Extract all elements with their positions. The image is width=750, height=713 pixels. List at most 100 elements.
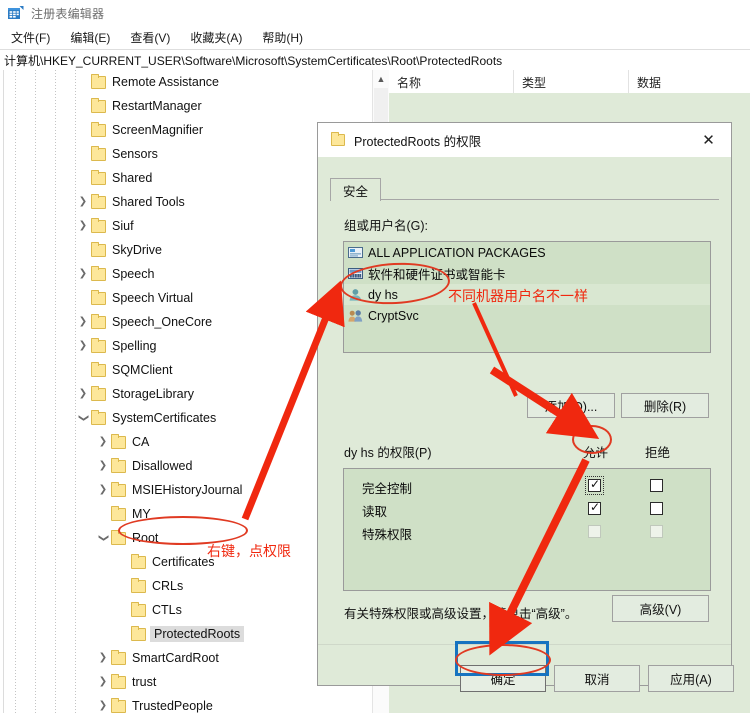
chevron-right-icon[interactable]: ❯ [75,262,91,286]
tree-item-label: CRLs [152,579,184,593]
window-title: 注册表编辑器 [31,6,105,21]
permissions-listbox[interactable]: 完全控制 ✓ 读取 ✓ 特殊权限 [343,468,711,591]
menu-favorites[interactable]: 收藏夹(A) [181,27,251,48]
tree-item-label: Speech Virtual [112,291,194,305]
advanced-button[interactable]: 高级(V) [612,595,709,622]
folder-icon [91,265,106,281]
highlight-ellipse-protectedroots [118,516,248,545]
tree-item-restartmanager[interactable]: RestartManager [3,94,372,118]
menu-view[interactable]: 查看(V) [121,27,179,48]
tree-item-label: Speech [112,267,155,281]
folder-icon [111,457,126,473]
tree-item-label: Disallowed [132,459,193,473]
close-icon[interactable]: ✕ [686,123,731,157]
chevron-right-icon[interactable]: ❯ [95,646,111,670]
folder-icon [131,577,146,593]
chevron-right-icon[interactable]: ❯ [95,694,111,713]
title-bar: 注册表编辑器 [0,0,750,27]
check-icon: ✓ [590,477,601,491]
folder-icon [91,313,106,329]
tree-item-label: SystemCertificates [112,411,217,425]
folder-icon [131,625,146,641]
tree-item-remote-assistance[interactable]: Remote Assistance [3,70,372,94]
menu-help[interactable]: 帮助(H) [253,27,312,48]
folder-icon [91,97,106,113]
folder-icon [111,697,126,713]
tree-item-label: trust [132,675,157,689]
tree-item-label: TrustedPeople [132,699,213,713]
tree-item-label: CA [132,435,150,449]
remove-button[interactable]: 删除(R) [621,393,709,418]
folder-icon [91,361,106,377]
dialog-title: ProtectedRoots 的权限 [354,134,482,149]
cancel-button[interactable]: 取消 [554,665,640,692]
chevron-right-icon[interactable]: ❯ [75,382,91,406]
folder-icon [91,289,106,305]
tree-item-trustedpeople[interactable]: ❯ TrustedPeople [3,694,372,713]
chevron-right-icon[interactable]: ❯ [75,214,91,238]
tree-item-label: SmartCardRoot [132,651,219,665]
permission-allow-checkbox [588,525,601,538]
chevron-right-icon[interactable]: ❯ [95,454,111,478]
deny-column-label: 拒绝 [645,446,671,460]
column-header-data[interactable]: 数据 [629,70,750,93]
check-icon: ✓ [590,500,601,514]
tree-item-label: Speech_OneCore [112,315,213,329]
menu-edit[interactable]: 编辑(E) [61,27,119,48]
permission-name: 读取 [362,505,388,519]
permission-row: 读取 ✓ [344,498,710,521]
chevron-right-icon[interactable]: ❯ [95,478,111,502]
tab-security[interactable]: 安全 [330,178,382,201]
chevron-right-icon[interactable]: ❯ [95,670,111,694]
highlight-ellipse-ok [455,644,551,676]
tree-item-label: Shared Tools [112,195,185,209]
address-bar[interactable]: 计算机\HKEY_CURRENT_USER\Software\Microsoft… [0,49,750,71]
tree-item-label: CTLs [152,603,182,617]
column-header-name[interactable]: 名称 [389,70,514,93]
folder-icon [131,601,146,617]
tree-item-label: ProtectedRoots [150,626,245,642]
tree-item-label: ScreenMagnifier [112,123,204,137]
dialog-body: 安全 组或用户名(G): ALL APPLICATION PACKAGES 软件和… [318,157,734,692]
add-button[interactable]: 添加(D)... [527,393,615,418]
permission-allow-checkbox[interactable]: ✓ [585,476,604,495]
tree-item-label: Sensors [112,147,158,161]
permission-row: 特殊权限 [344,521,710,544]
folder-icon [111,649,126,665]
tree-item-label: SQMClient [112,363,173,377]
user-list-item[interactable]: ALL APPLICATION PACKAGES [344,242,710,263]
column-header-type[interactable]: 类型 [514,70,629,93]
folder-icon [91,73,106,89]
menu-file[interactable]: 文件(F) [2,27,59,48]
permission-deny-checkbox[interactable] [650,502,663,515]
permission-row: 完全控制 ✓ [344,475,710,498]
regedit-icon [8,6,24,20]
chevron-right-icon[interactable]: ❯ [75,334,91,358]
user-list-item-label: CryptSvc [368,308,419,323]
scroll-up-icon[interactable]: ▲ [373,70,389,87]
tree-item-label: MSIEHistoryJournal [132,483,243,497]
permission-allow-checkbox[interactable]: ✓ [588,500,601,515]
user-list-item-label: ALL APPLICATION PACKAGES [368,245,546,260]
tree-item-label: Shared [112,171,153,185]
user-list-item[interactable]: CryptSvc [344,305,710,326]
tree-item-label: SkyDrive [112,243,163,257]
chevron-right-icon[interactable]: ❯ [75,190,91,214]
chevron-right-icon[interactable]: ❯ [95,430,111,454]
permissions-label: dy hs 的权限(P) [344,446,432,460]
address-path: 计算机\HKEY_CURRENT_USER\Software\Microsoft… [4,53,503,68]
dialog-title-bar: ProtectedRoots 的权限 ✕ [318,123,731,157]
permission-name: 完全控制 [362,482,413,496]
tab-strip: 安全 [330,178,719,201]
apply-button[interactable]: 应用(A) [648,665,734,692]
permission-deny-checkbox[interactable] [650,479,663,492]
tab-underline [330,199,719,200]
folder-icon [91,409,106,425]
chevron-right-icon[interactable]: ❯ [75,310,91,334]
tree-item-label: Certificates [152,555,215,569]
